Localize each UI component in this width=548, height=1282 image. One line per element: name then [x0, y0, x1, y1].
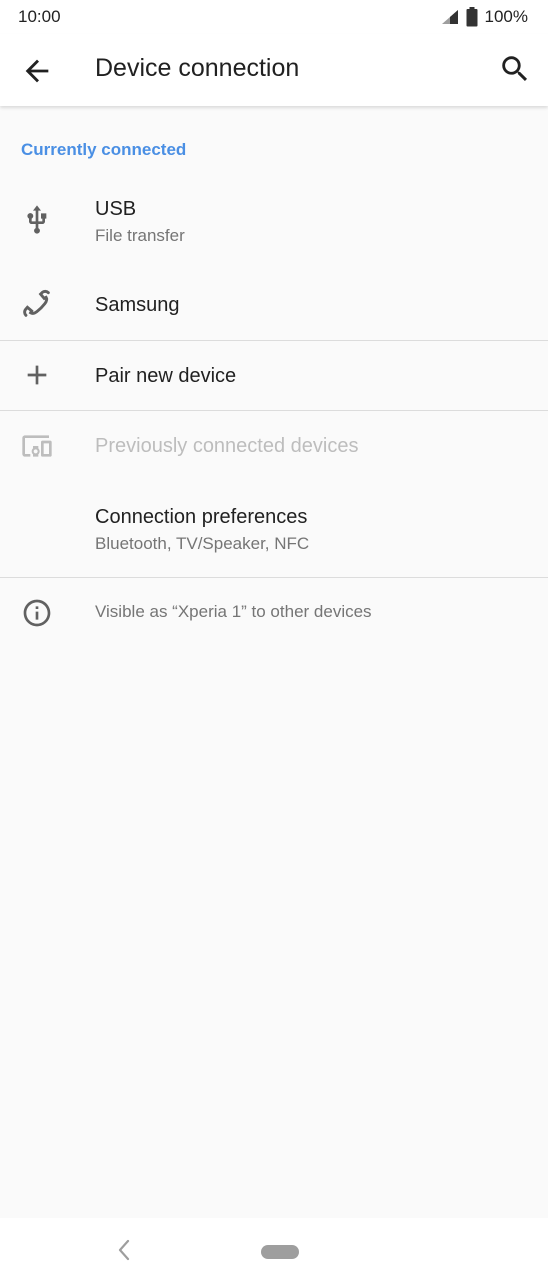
- status-time: 10:00: [18, 7, 61, 26]
- app-bar: Device connection: [0, 34, 548, 106]
- info-text: Visible as “Xperia 1” to other devices: [95, 602, 372, 621]
- list-item-previously-connected: Previously connected devices: [0, 411, 548, 481]
- plus-icon: [21, 359, 53, 391]
- battery-icon: [466, 7, 478, 27]
- pair-new-device-title: Pair new device: [95, 365, 237, 387]
- signal-icon: [441, 10, 458, 24]
- info-icon: [21, 597, 53, 629]
- chevron-left-icon: [118, 1239, 130, 1261]
- info-footer: Visible as “Xperia 1” to other devices: [0, 578, 548, 648]
- battery-percent: 100%: [484, 7, 528, 26]
- status-bar: 10:00 100%: [0, 0, 548, 34]
- list-item-usb[interactable]: USB File transfer: [0, 180, 548, 262]
- samsung-title: Samsung: [95, 294, 180, 316]
- connection-preferences-title: Connection preferences: [95, 506, 308, 528]
- previously-connected-title: Previously connected devices: [95, 435, 359, 457]
- usb-title: USB: [95, 198, 137, 220]
- back-button[interactable]: [20, 54, 54, 88]
- list-item-samsung[interactable]: Samsung: [0, 266, 548, 340]
- page-title: Device connection: [95, 54, 300, 82]
- arrow-back-icon: [25, 59, 49, 83]
- list-item-connection-preferences[interactable]: Connection preferences Bluetooth, TV/Spe…: [0, 488, 548, 576]
- nav-home-pill[interactable]: [261, 1245, 299, 1259]
- nav-back-button[interactable]: [113, 1237, 135, 1263]
- status-icons: 100%: [441, 6, 528, 28]
- usb-subtitle: File transfer: [95, 226, 185, 245]
- section-header-currently-connected: Currently connected: [21, 140, 187, 159]
- search-button[interactable]: [498, 52, 532, 86]
- search-icon: [502, 56, 528, 82]
- list-item-pair-new-device[interactable]: Pair new device: [0, 341, 548, 410]
- usb-icon: [21, 204, 53, 236]
- devices-icon: [21, 430, 53, 462]
- phone-icon: [21, 288, 53, 320]
- connection-preferences-subtitle: Bluetooth, TV/Speaker, NFC: [95, 534, 310, 553]
